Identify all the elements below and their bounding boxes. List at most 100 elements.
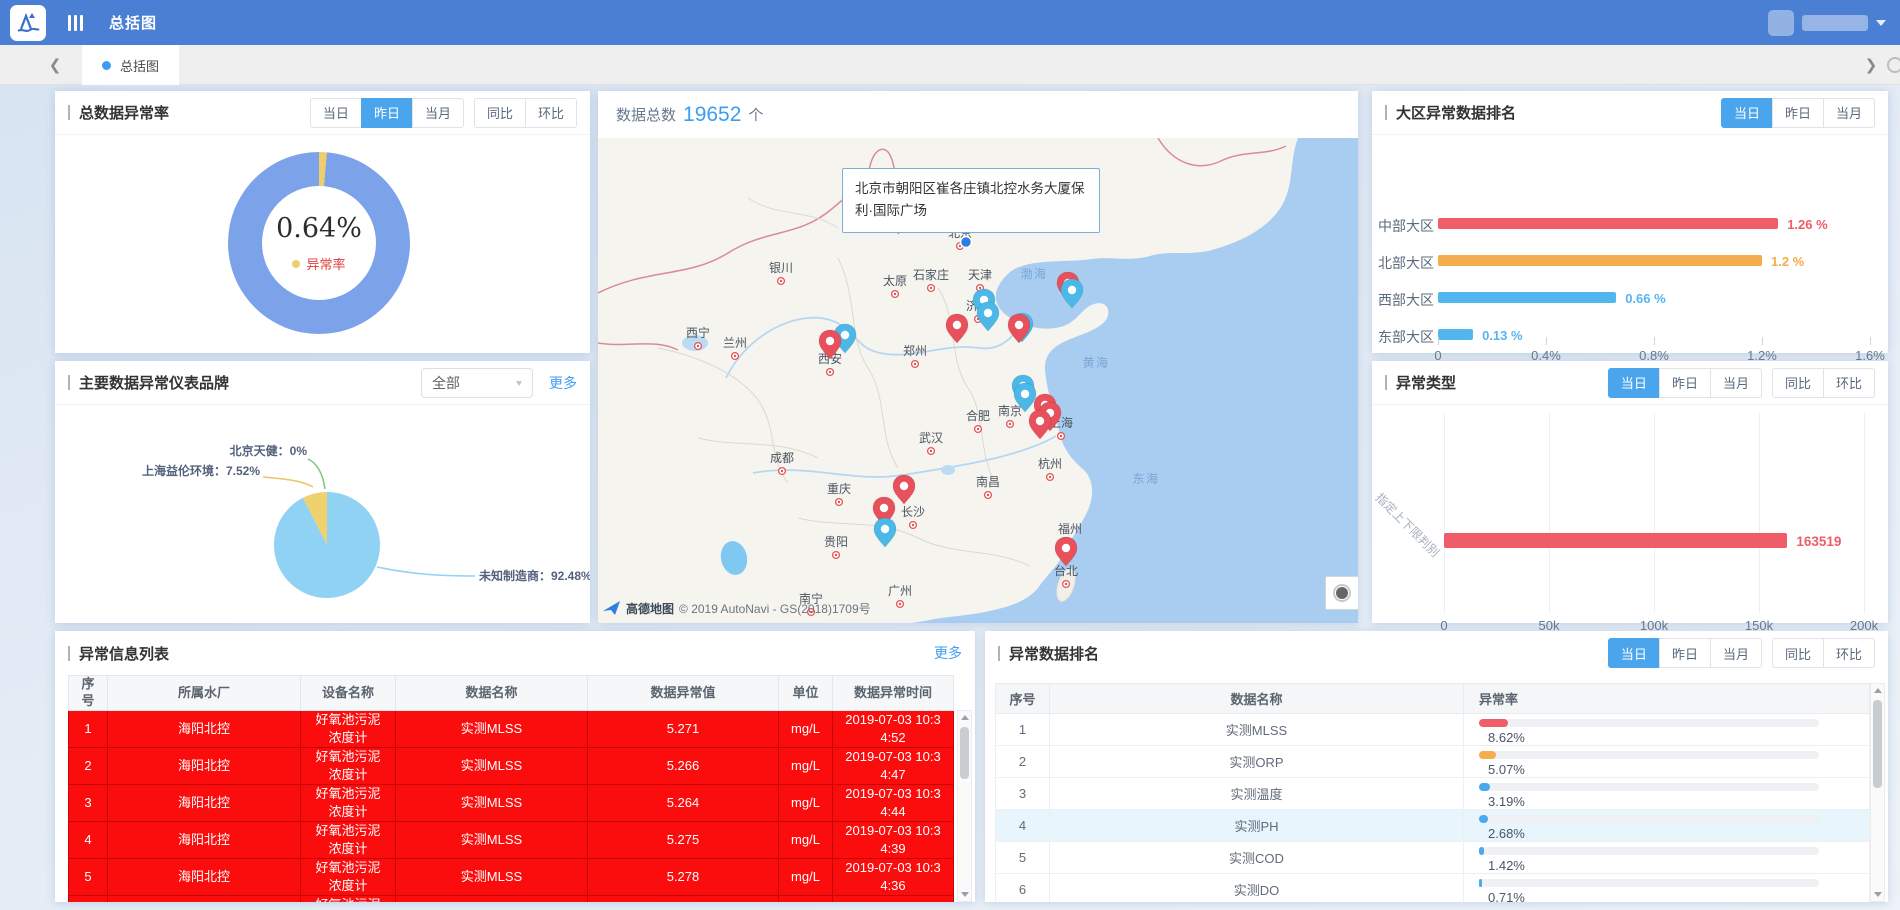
menu-toggle-icon[interactable]: [68, 15, 83, 31]
abnormal-row[interactable]: 3海阳北控好氧池污泥浓度计实测MLSS5.264mg/L2019-07-03 1…: [69, 785, 954, 822]
period-button-当日[interactable]: 当日: [310, 98, 362, 128]
rate-bar-track: [1479, 847, 1819, 855]
user-avatar: [1768, 10, 1794, 36]
rate-bar-fill: [1479, 783, 1490, 791]
map-attribution: 高德地图 © 2019 AutoNavi - GS(2018)1709号: [603, 600, 871, 617]
user-zone[interactable]: [1768, 0, 1886, 45]
rate-bar-track: [1479, 815, 1819, 823]
rank-row[interactable]: 6实测DO0.71%: [996, 874, 1870, 902]
scrollbar-thumb[interactable]: [960, 727, 969, 779]
svg-text:重庆: 重庆: [827, 482, 851, 496]
svg-text:西宁: 西宁: [686, 325, 710, 340]
period-button-环比[interactable]: 环比: [525, 98, 577, 128]
period-button-当日[interactable]: 当日: [1608, 368, 1660, 398]
data-rank-table: 序号数据名称异常率1实测MLSS8.62%2实测ORP5.07%3实测温度3.1…: [995, 683, 1870, 902]
scroll-down-icon[interactable]: [958, 888, 971, 901]
rate-bar-fill: [1479, 815, 1488, 823]
period-button-昨日[interactable]: 昨日: [1659, 368, 1711, 398]
rank-row[interactable]: 2实测ORP5.07%: [996, 746, 1870, 778]
abnormal-type-bar: [1444, 533, 1787, 548]
column-header: 异常率: [1464, 684, 1870, 714]
rate-bar-fill: [1479, 719, 1508, 727]
china-map[interactable]: 渤海黄海东海 北京天津石家庄太原济南银川西宁兰州郑州西安合肥南京上海武汉杭州成都…: [598, 138, 1358, 623]
map-header: 数据总数 19652 个: [598, 91, 1358, 138]
period-button-昨日[interactable]: 昨日: [1772, 98, 1824, 128]
period-button-昨日[interactable]: 昨日: [1659, 638, 1711, 668]
rate-value: 0.71%: [1488, 890, 1525, 902]
tabs-menu-icon[interactable]: [1887, 57, 1900, 73]
period-button-同比[interactable]: 同比: [474, 98, 526, 128]
rank-row[interactable]: 3实测温度3.19%: [996, 778, 1870, 810]
abnormal-row[interactable]: 1海阳北控好氧池污泥浓度计实测MLSS5.271mg/L2019-07-03 1…: [69, 711, 954, 748]
svg-text:兰州: 兰州: [723, 336, 747, 350]
region-bar: [1438, 292, 1616, 303]
rank-row[interactable]: 5实测COD1.42%: [996, 842, 1870, 874]
sea-label: 黄海: [1082, 355, 1109, 370]
rank-row[interactable]: 4实测PH2.68%: [996, 810, 1870, 842]
vertical-scrollbar[interactable]: [957, 710, 972, 902]
rate-value: 5.07%: [1488, 762, 1525, 777]
region-bar-chart: 中部大区1.26 %北部大区1.2 %西部大区0.66 %东部大区0.13 %0…: [1372, 135, 1888, 353]
panel-brand-abnormal: 主要数据异常仪表品牌 全部▾ 更多 北京天健：0%上海益伦环境：7.52%未知制…: [55, 361, 590, 623]
period-button-当日[interactable]: 当日: [1721, 98, 1773, 128]
scroll-down-icon[interactable]: [1871, 888, 1884, 901]
panel-data-rank: 异常数据排名 当日昨日当月同比环比 序号数据名称异常率1实测MLSS8.62%2…: [985, 631, 1888, 902]
period-buttons: 当日昨日当月: [1721, 98, 1875, 128]
rate-bar-track: [1479, 879, 1819, 887]
period-button-同比[interactable]: 同比: [1772, 638, 1824, 668]
top-bar: 总括图: [0, 0, 1900, 45]
tab-overview[interactable]: 总括图: [82, 45, 179, 85]
donut-ring: 0.64% 异常率: [228, 152, 410, 334]
scroll-up-icon[interactable]: [958, 711, 971, 724]
abnormal-row[interactable]: 6海阳北控好氧池污泥浓度计实测MLSSmg/L2019-07-03 10:3: [69, 896, 954, 903]
rank-row[interactable]: 1实测MLSS8.62%: [996, 714, 1870, 746]
station-tooltip: 北京市朝阳区崔各庄镇北控水务大厦保利·国际广场: [842, 168, 1100, 233]
period-button-当月[interactable]: 当月: [1823, 98, 1875, 128]
rate-bar-track: [1479, 751, 1819, 759]
panel-title: 主要数据异常仪表品牌: [68, 372, 229, 393]
chevron-down-icon[interactable]: [1876, 20, 1886, 26]
svg-text:长沙: 长沙: [901, 505, 925, 519]
donut-chart: 0.64% 异常率: [55, 135, 590, 353]
abnormal-row[interactable]: 5海阳北控好氧池污泥浓度计实测MLSS5.278mg/L2019-07-03 1…: [69, 859, 954, 896]
locate-button[interactable]: [1325, 576, 1358, 610]
tabs-scroll-right-icon[interactable]: ❯: [1856, 45, 1886, 85]
more-link[interactable]: 更多: [549, 373, 577, 393]
svg-text:上海益伦环境：7.52%: 上海益伦环境：7.52%: [142, 463, 260, 478]
user-name: [1802, 15, 1868, 31]
amap-logo-icon: [603, 601, 621, 616]
panel-title: 异常数据排名: [998, 643, 1099, 664]
period-button-环比[interactable]: 环比: [1823, 368, 1875, 398]
panel-abnormal-type: 异常类型 当日昨日当月同比环比 050k100k150k200k163519指定…: [1372, 361, 1888, 623]
rate-value: 1.42%: [1488, 858, 1525, 873]
region-label: 西部大区: [1376, 290, 1434, 310]
period-button-当日[interactable]: 当日: [1608, 638, 1660, 668]
abnormal-row[interactable]: 2海阳北控好氧池污泥浓度计实测MLSS5.266mg/L2019-07-03 1…: [69, 748, 954, 785]
more-link[interactable]: 更多: [934, 643, 962, 663]
svg-text:南昌: 南昌: [976, 474, 1000, 489]
period-button-当月[interactable]: 当月: [1710, 638, 1762, 668]
app-logo[interactable]: [10, 5, 46, 41]
region-bar-value: 0.13 %: [1482, 328, 1522, 343]
app-title: 总括图: [109, 12, 157, 33]
svg-text:天津: 天津: [968, 268, 992, 282]
svg-text:太原: 太原: [883, 273, 907, 288]
panel-map: 数据总数 19652 个: [598, 91, 1358, 623]
tabs-scroll-left-icon[interactable]: ❮: [40, 45, 70, 85]
scroll-up-icon[interactable]: [1871, 684, 1884, 697]
selected-station-dot[interactable]: [961, 237, 972, 248]
rate-bar-track: [1479, 783, 1819, 791]
period-button-当月[interactable]: 当月: [1710, 368, 1762, 398]
vertical-scrollbar[interactable]: [1870, 683, 1885, 902]
abnormal-type-value: 163519: [1796, 534, 1841, 549]
svg-text:北京天健：0%: 北京天健：0%: [230, 443, 308, 458]
period-button-当月[interactable]: 当月: [412, 98, 464, 128]
period-button-同比[interactable]: 同比: [1772, 368, 1824, 398]
brand-filter-select[interactable]: 全部▾: [421, 368, 533, 398]
abnormal-row[interactable]: 4海阳北控好氧池污泥浓度计实测MLSS5.275mg/L2019-07-03 1…: [69, 822, 954, 859]
column-header: 数据异常时间: [833, 676, 954, 711]
period-button-昨日[interactable]: 昨日: [361, 98, 413, 128]
period-button-环比[interactable]: 环比: [1823, 638, 1875, 668]
column-header: 序号: [69, 676, 108, 711]
scrollbar-thumb[interactable]: [1873, 700, 1882, 788]
